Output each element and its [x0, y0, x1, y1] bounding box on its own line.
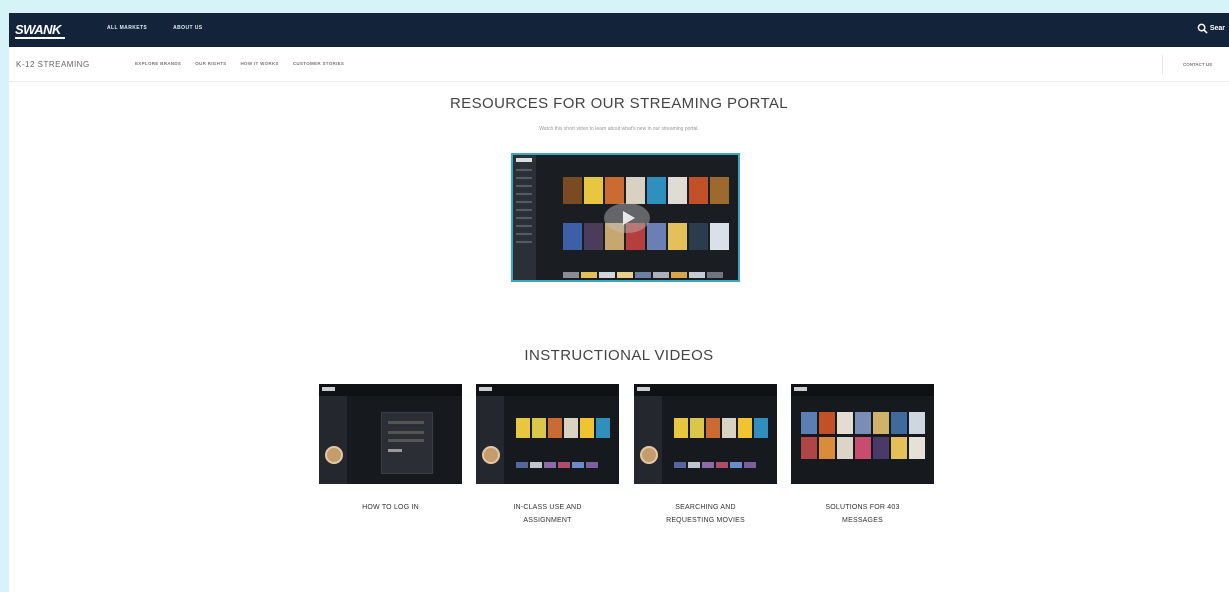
video-caption[interactable]: SEARCHING AND REQUESTING MOVIES: [634, 501, 777, 527]
sub-nav-our-rights[interactable]: OUR RIGHTS: [195, 61, 226, 66]
portal-logo-thumbnail: [516, 158, 532, 162]
video-thumbnail[interactable]: [634, 384, 777, 484]
search-button[interactable]: Sear: [1197, 23, 1225, 34]
sub-nav: K-12 STREAMING EXPLORE BRANDS OUR RIGHTS…: [9, 47, 1229, 82]
nav-about-us[interactable]: ABOUT US: [173, 25, 202, 31]
section-title[interactable]: K-12 STREAMING: [16, 60, 90, 69]
sub-nav-customer-stories[interactable]: CUSTOMER STORIES: [293, 61, 344, 66]
poster-row-thumbnail: [563, 177, 729, 204]
login-form-thumbnail: [381, 412, 433, 474]
video-card-in-class-use[interactable]: IN-CLASS USE AND ASSIGNMENT: [476, 384, 619, 527]
portal-sidebar-thumbnail: [513, 155, 536, 280]
page: SWANK ALL MARKETS ABOUT US Sear K-12 STR…: [9, 13, 1229, 592]
search-icon: [1197, 23, 1208, 34]
video-card-how-to-log-in[interactable]: HOW TO LOG IN: [319, 384, 462, 514]
instructional-videos-heading: INSTRUCTIONAL VIDEOS: [524, 347, 714, 364]
resources-subtext: Watch this short video to learn about wh…: [539, 126, 699, 132]
video-thumbnail[interactable]: [476, 384, 619, 484]
play-icon[interactable]: [604, 203, 650, 233]
video-caption[interactable]: IN-CLASS USE AND ASSIGNMENT: [476, 501, 619, 527]
video-card-searching[interactable]: SEARCHING AND REQUESTING MOVIES: [634, 384, 777, 527]
poster-row-thumbnail: [563, 223, 729, 250]
avatar: [325, 446, 343, 464]
video-thumbnail[interactable]: [319, 384, 462, 484]
sub-nav-explore-brands[interactable]: EXPLORE BRANDS: [135, 61, 181, 66]
contact-us-label: CONTACT US: [1183, 62, 1213, 67]
contact-us-link[interactable]: CONTACT US: [1162, 55, 1229, 75]
search-label: Sear: [1209, 25, 1225, 32]
brand-logo[interactable]: SWANK: [15, 22, 65, 39]
top-nav: ALL MARKETS ABOUT US: [107, 25, 202, 31]
video-caption[interactable]: SOLUTIONS FOR 403 MESSAGES: [791, 501, 934, 527]
poster-strip-thumbnail: [563, 272, 723, 278]
resources-heading: RESOURCES FOR OUR STREAMING PORTAL: [449, 95, 789, 112]
video-caption[interactable]: HOW TO LOG IN: [319, 501, 462, 514]
sub-nav-how-it-works[interactable]: HOW IT WORKS: [240, 61, 278, 66]
video-thumbnail[interactable]: [791, 384, 934, 484]
sub-nav-links: EXPLORE BRANDS OUR RIGHTS HOW IT WORKS C…: [135, 61, 344, 66]
avatar: [640, 446, 658, 464]
nav-all-markets[interactable]: ALL MARKETS: [107, 25, 147, 31]
avatar: [482, 446, 500, 464]
video-card-solutions-403[interactable]: SOLUTIONS FOR 403 MESSAGES: [791, 384, 934, 527]
top-bar: SWANK ALL MARKETS ABOUT US Sear: [9, 13, 1229, 47]
streaming-portal-video[interactable]: [511, 153, 740, 282]
